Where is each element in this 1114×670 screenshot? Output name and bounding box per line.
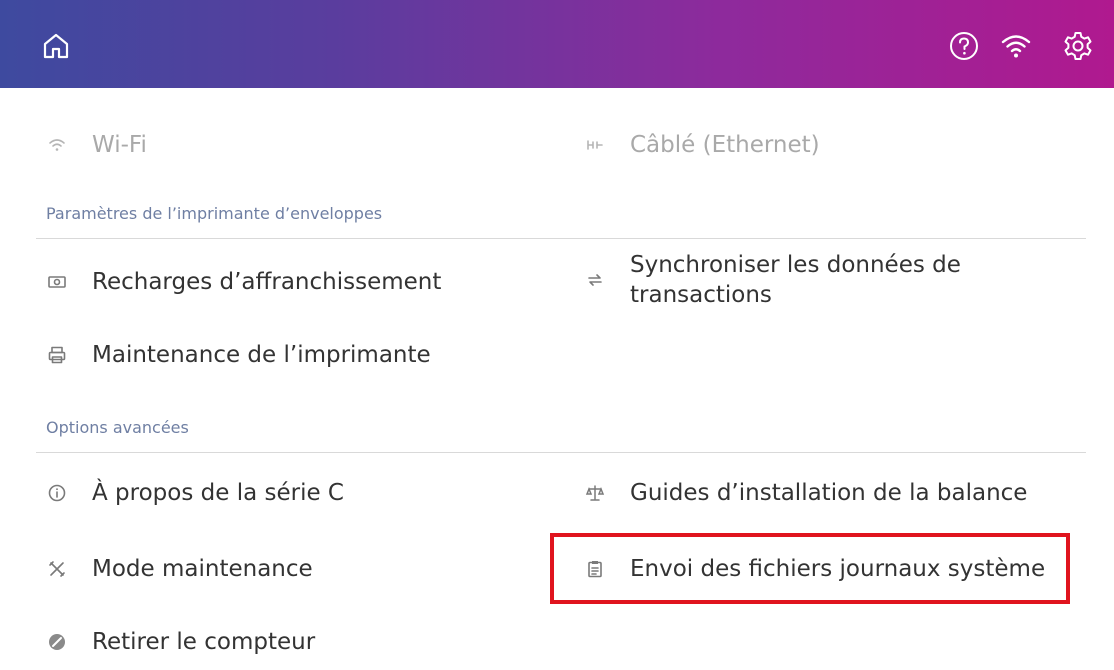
sync-arrows-icon — [584, 269, 606, 291]
postage-refills-label: Recharges d’affranchissement — [92, 269, 442, 295]
tools-icon — [46, 558, 68, 580]
scale-guides-item[interactable]: Guides d’installation de la balance — [584, 475, 1027, 511]
divider — [36, 238, 1086, 239]
ethernet-cable-icon — [584, 134, 606, 156]
scale-guides-label: Guides d’installation de la balance — [630, 480, 1028, 506]
highlight-box — [550, 533, 1070, 604]
printer-icon — [46, 344, 68, 366]
info-icon — [46, 482, 68, 504]
ethernet-option[interactable]: Câblé (Ethernet) — [584, 127, 820, 163]
help-circle-icon[interactable] — [948, 30, 980, 62]
ethernet-label: Câblé (Ethernet) — [630, 132, 820, 158]
sync-transactions-item[interactable]: Synchroniser les données de transactions — [584, 248, 1010, 312]
maintenance-mode-item[interactable]: Mode maintenance — [46, 551, 313, 587]
remove-meter-icon — [46, 631, 68, 653]
wifi-label: Wi-Fi — [92, 132, 147, 158]
printer-maintenance-item[interactable]: Maintenance de l’imprimante — [46, 337, 431, 373]
postage-icon — [46, 271, 68, 293]
printer-maintenance-label: Maintenance de l’imprimante — [92, 342, 431, 368]
advanced-options-section-title: Options avancées — [46, 418, 189, 437]
scale-icon — [584, 482, 606, 504]
wifi-icon — [46, 134, 68, 156]
sync-transactions-label: Synchroniser les données de transactions — [630, 252, 961, 308]
about-item[interactable]: À propos de la série C — [46, 475, 344, 511]
about-label: À propos de la série C — [92, 480, 344, 506]
wifi-icon[interactable] — [1000, 30, 1032, 62]
remove-meter-label: Retirer le compteur — [92, 629, 316, 655]
postage-refills-item[interactable]: Recharges d’affranchissement — [46, 264, 441, 300]
home-icon[interactable] — [40, 30, 72, 62]
wifi-option[interactable]: Wi-Fi — [46, 127, 147, 163]
top-bar — [0, 0, 1114, 88]
remove-meter-item[interactable]: Retirer le compteur — [46, 624, 315, 660]
maintenance-mode-label: Mode maintenance — [92, 556, 313, 582]
divider — [36, 452, 1086, 453]
gear-icon[interactable] — [1062, 30, 1094, 62]
printer-settings-section-title: Paramètres de l’imprimante d’enveloppes — [46, 204, 383, 223]
